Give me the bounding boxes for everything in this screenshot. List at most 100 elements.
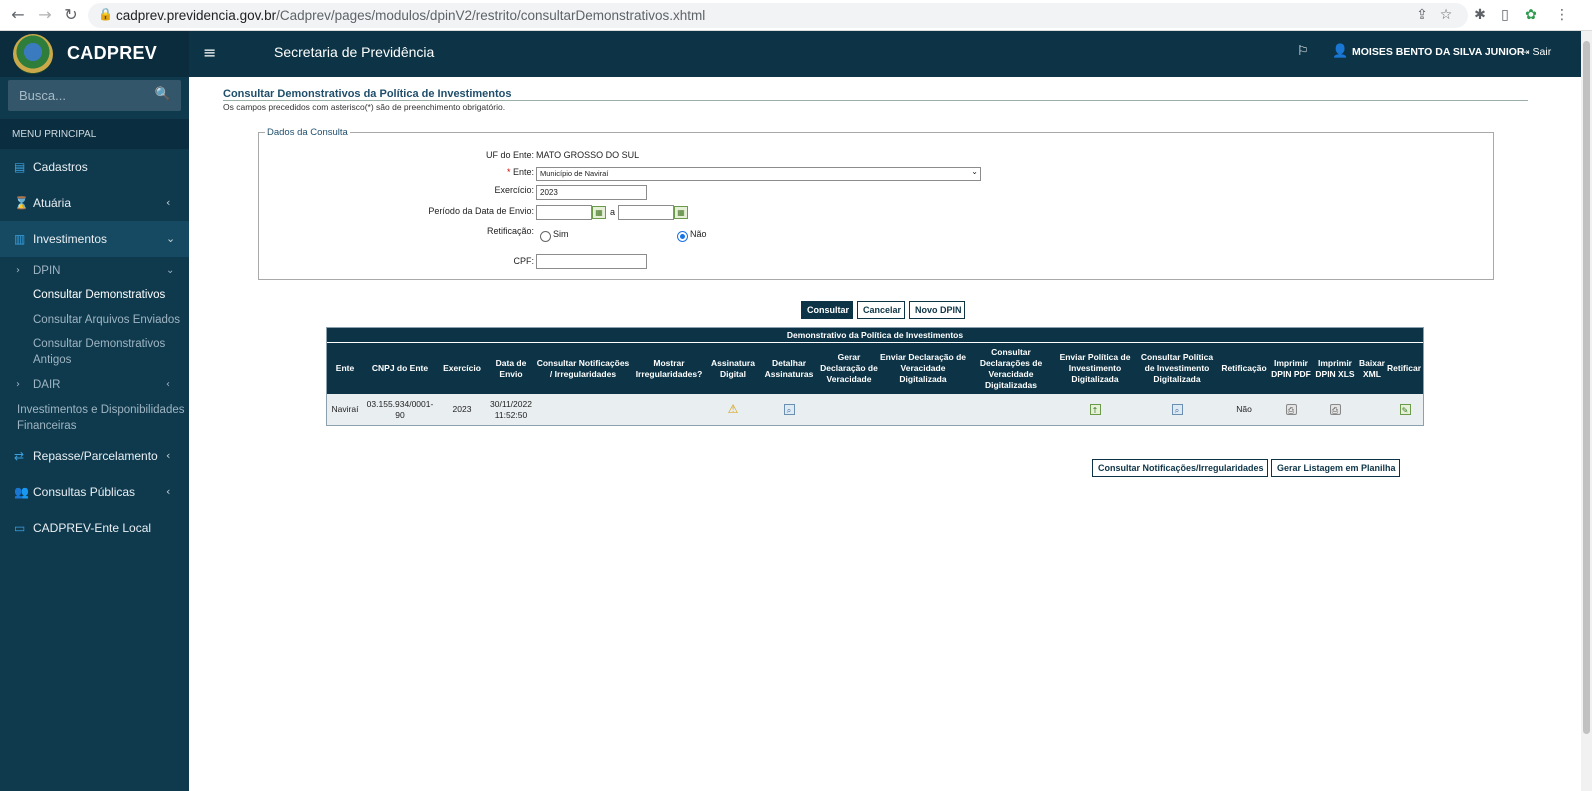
- address-bar[interactable]: 🔒 cadprev.previdencia.gov.br/Cadprev/pag…: [88, 3, 1468, 28]
- sidebar-item-atuaria[interactable]: ⌛ Atuária ‹: [0, 196, 189, 216]
- file-icon: ▤: [14, 160, 26, 174]
- sidebar-item-label: Atuária: [33, 196, 72, 210]
- print-icon[interactable]: ⎙: [1329, 404, 1341, 415]
- retificacao-nao-radio[interactable]: [677, 231, 688, 242]
- monitor-icon: ▭: [14, 521, 26, 535]
- periodo-separator: a: [610, 207, 616, 217]
- flag-icon[interactable]: ⚐: [1297, 44, 1309, 59]
- calendar-icon[interactable]: ▦: [674, 206, 688, 219]
- ente-select[interactable]: Município de Naviraí ⌄: [536, 167, 981, 181]
- exercicio-input[interactable]: [536, 185, 647, 200]
- menu-toggle-icon[interactable]: ≡: [203, 43, 216, 62]
- share-icon[interactable]: ⇪: [1412, 5, 1432, 25]
- column-header: Consultar Notificações / Irregularidades: [536, 357, 630, 379]
- cell-assinatura: ⚠: [707, 394, 759, 425]
- upload-document-icon[interactable]: ↑: [1089, 404, 1101, 415]
- ente-select-value: Município de Naviraí: [540, 169, 609, 178]
- lock-icon: 🔒: [98, 7, 113, 21]
- sidebar-item-disponibilidades[interactable]: Investimentos e Disponibilidades Finance…: [0, 402, 189, 434]
- result-table: Demonstrativo da Política de Investiment…: [326, 327, 1424, 426]
- bar-chart-icon: ▥: [14, 232, 26, 246]
- calendar-icon[interactable]: ▦: [592, 206, 606, 219]
- logo-area: CADPREV: [0, 31, 189, 77]
- cancelar-button[interactable]: Cancelar: [857, 301, 905, 319]
- browser-menu-icon[interactable]: ⋮: [1552, 5, 1572, 25]
- retificacao-sim-radio[interactable]: [540, 231, 551, 242]
- forward-icon[interactable]: →: [35, 5, 55, 25]
- user-name[interactable]: MOISES BENTO DA SILVA JUNIOR: [1352, 46, 1525, 58]
- sidebar-item-investimentos[interactable]: ▥ Investimentos ⌄: [0, 221, 189, 257]
- exchange-icon: ⇄: [14, 449, 25, 463]
- warning-icon[interactable]: ⚠: [728, 403, 739, 415]
- sidebar-item-ente-local[interactable]: ▭ CADPREV-Ente Local: [0, 521, 189, 541]
- logout-label: Sair: [1532, 46, 1552, 58]
- print-icon[interactable]: ⎙: [1285, 404, 1297, 415]
- browser-toolbar: ← → ↻ 🔒 cadprev.previdencia.gov.br/Cadpr…: [0, 0, 1592, 31]
- novo-dpin-button[interactable]: Novo DPIN: [909, 301, 965, 319]
- brand-title[interactable]: CADPREV: [67, 43, 157, 64]
- sidebar-item-dair[interactable]: › DAIR ‹: [0, 377, 189, 393]
- extension-tree-icon[interactable]: ✿: [1521, 5, 1541, 25]
- cell-cnpj: 03.155.934/0001-90: [366, 398, 434, 420]
- chevron-right-icon: ›: [16, 265, 20, 276]
- logout-button[interactable]: ⇥ Sair: [1522, 46, 1551, 58]
- consultar-notificacoes-button[interactable]: Consultar Notificações/Irregularidades: [1092, 459, 1268, 477]
- column-header: Imprimir DPIN XLS: [1315, 357, 1355, 379]
- cell-enviar-politica: ↑: [1055, 394, 1135, 425]
- sidebar-item-cadastros[interactable]: ▤ Cadastros: [0, 160, 189, 180]
- table-caption: Demonstrativo da Política de Investiment…: [327, 328, 1423, 342]
- url-text: cadprev.previdencia.gov.br/Cadprev/pages…: [116, 8, 705, 23]
- required-marker: *: [506, 167, 511, 177]
- periodo-fim-input[interactable]: [618, 205, 674, 220]
- cell-imprimir-pdf: ⎙: [1269, 394, 1313, 425]
- cell-retificar: ✎: [1387, 394, 1423, 425]
- user-icon: 👤: [1332, 44, 1349, 59]
- chevron-left-icon: ‹: [166, 485, 171, 498]
- sidebar-item-demonstrativos-antigos[interactable]: Consultar Demonstrativos Antigos: [0, 336, 189, 368]
- cell-exercicio: 2023: [452, 404, 472, 414]
- sidebar-item-label: Consultas Públicas: [33, 485, 136, 499]
- sidebar-item-label: DAIR: [33, 379, 61, 391]
- reload-icon[interactable]: ↻: [61, 5, 81, 25]
- sidebar-item-consultas-publicas[interactable]: 👥 Consultas Públicas ‹: [0, 485, 189, 505]
- app-header: CADPREV ≡ Secretaria de Previdência ⚐ 👤 …: [0, 31, 1592, 77]
- periodo-inicio-input[interactable]: [536, 205, 592, 220]
- cell-imprimir-xls: ⎙: [1313, 394, 1357, 425]
- column-header: Retificar: [1387, 363, 1422, 373]
- bookmark-star-icon[interactable]: ☆: [1436, 5, 1456, 25]
- users-icon: 👥: [14, 485, 29, 499]
- page-title: Consultar Demonstrativos da Política de …: [223, 88, 512, 100]
- sidebar-item-label: DPIN: [33, 265, 61, 277]
- search-icon[interactable]: 🔍: [155, 87, 171, 102]
- search-input[interactable]: [8, 80, 153, 111]
- retificacao-sim-label: Sim: [553, 229, 569, 239]
- sidebar-item-dpin[interactable]: › DPIN ⌄: [0, 263, 189, 279]
- page-scrollbar[interactable]: [1581, 31, 1592, 791]
- side-panel-icon[interactable]: ▯: [1495, 5, 1515, 25]
- extensions-icon[interactable]: ✱: [1470, 5, 1490, 25]
- sidebar-item-consultar-demonstrativos[interactable]: Consultar Demonstrativos: [0, 287, 189, 303]
- gerar-planilha-button[interactable]: Gerar Listagem em Planilha: [1271, 459, 1400, 477]
- sidebar-item-label: Investimentos e Disponibilidades Finance…: [17, 404, 185, 432]
- view-details-icon[interactable]: ⌕: [783, 404, 795, 415]
- column-header: Baixar XML: [1359, 357, 1385, 379]
- table-header: Ente CNPJ do Ente Exercício Data de Envi…: [327, 343, 1423, 394]
- column-header: Mostrar Irregularidades?: [635, 357, 703, 379]
- column-header: Consultar Declarações de Veracidade Digi…: [979, 346, 1043, 390]
- back-icon[interactable]: ←: [8, 5, 28, 25]
- consultar-button[interactable]: Consultar: [801, 301, 853, 319]
- table-row: Naviraí 03.155.934/0001-90 2023 30/11/20…: [327, 394, 1423, 425]
- column-header: Enviar Política de Investimento Digitali…: [1059, 352, 1131, 384]
- sidebar-item-repasse[interactable]: ⇄ Repasse/Parcelamento ‹: [0, 449, 189, 469]
- ente-label: * Ente:: [429, 167, 534, 177]
- uf-label: UF do Ente:: [485, 150, 534, 160]
- chevron-down-icon: ⌄: [166, 232, 176, 245]
- edit-document-icon[interactable]: ✎: [1399, 404, 1411, 415]
- cpf-input[interactable]: [536, 254, 647, 269]
- cpf-label: CPF:: [513, 256, 534, 266]
- scrollbar-thumb[interactable]: [1583, 41, 1590, 734]
- chevron-down-icon: ⌄: [166, 265, 175, 276]
- sidebar-item-consultar-arquivos[interactable]: Consultar Arquivos Enviados: [0, 312, 189, 328]
- view-document-icon[interactable]: ⌕: [1171, 404, 1183, 415]
- sidebar-item-label: Investimentos: [33, 232, 108, 246]
